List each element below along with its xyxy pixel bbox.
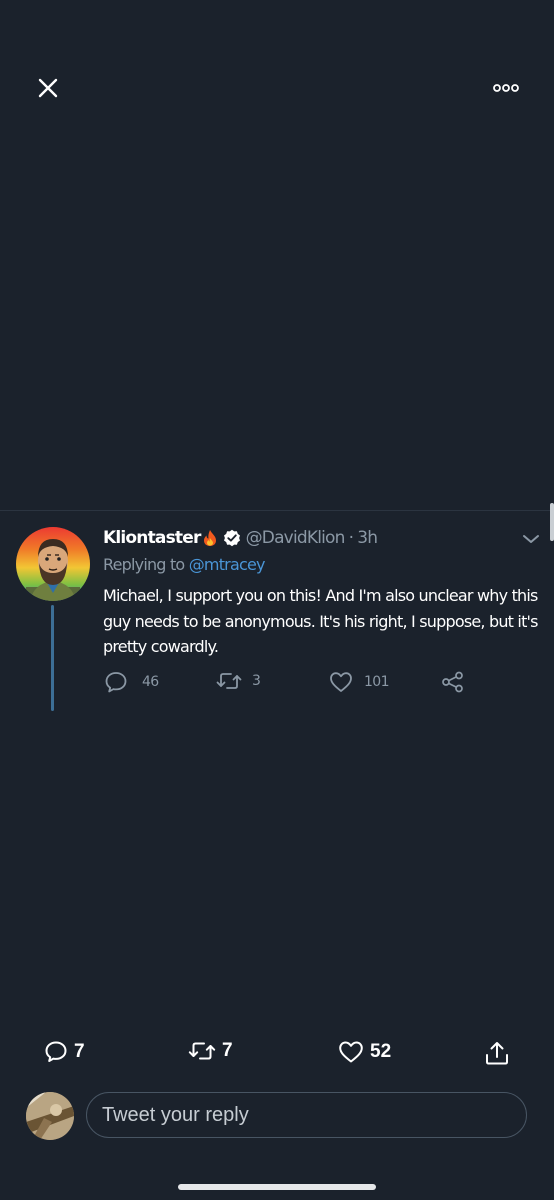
display-name[interactable]: Kliontaster (103, 528, 201, 548)
tweet-header: Kliontaster @DavidKlion · 3h (103, 527, 378, 549)
current-user-avatar[interactable] (26, 1092, 74, 1140)
retweet-icon (188, 1042, 216, 1060)
home-indicator[interactable] (178, 1184, 376, 1190)
footer-reply-button[interactable]: 7 (44, 1040, 85, 1064)
more-options-icon (493, 84, 519, 92)
reply-icon (105, 672, 127, 693)
fire-icon (203, 529, 217, 547)
reply-tweet[interactable]: Kliontaster @DavidKlion · 3h Replying to… (0, 511, 554, 731)
like-action[interactable]: 101 (329, 671, 390, 693)
close-button[interactable] (34, 74, 62, 102)
avatar[interactable] (16, 527, 90, 601)
retweet-action[interactable]: 3 (216, 671, 261, 691)
footer-like-button[interactable]: 52 (338, 1040, 391, 1064)
current-user-avatar-image (26, 1092, 74, 1140)
retweet-icon (216, 673, 242, 689)
close-icon (38, 78, 58, 98)
tweet-menu-button[interactable] (520, 529, 542, 549)
retweet-count: 3 (252, 673, 261, 689)
heart-icon (330, 672, 352, 692)
reply-count: 46 (142, 674, 159, 690)
upload-share-icon (486, 1042, 508, 1065)
tweet-text: Michael, I support you on this! And I'm … (103, 586, 539, 656)
timestamp: 3h (357, 528, 378, 548)
chevron-down-icon (523, 535, 539, 543)
share-action[interactable] (441, 671, 465, 693)
replying-to-handle[interactable]: @mtracey (189, 555, 266, 574)
tweet-actions: 46 3 101 (0, 671, 554, 697)
footer-like-count: 52 (370, 1041, 392, 1062)
avatar-illustration (26, 539, 80, 601)
separator-dot: · (348, 528, 354, 548)
reply-input-placeholder: Tweet your reply (102, 1103, 249, 1126)
replying-to-label: Replying to (103, 555, 185, 574)
bottom-bar: 7 7 52 Tweet your reply (0, 1030, 554, 1200)
reply-input[interactable]: Tweet your reply (86, 1092, 527, 1138)
user-handle[interactable]: @DavidKlion (246, 528, 346, 548)
heart-icon (339, 1041, 363, 1063)
verified-badge-icon (223, 529, 241, 547)
footer-upload-button[interactable] (484, 1040, 510, 1066)
footer-retweet-count: 7 (222, 1040, 233, 1061)
top-bar (0, 0, 554, 180)
like-count: 101 (364, 674, 390, 690)
footer-retweet-button[interactable]: 7 (188, 1040, 233, 1062)
reply-icon (45, 1041, 67, 1062)
replying-to: Replying to @mtracey (103, 555, 265, 574)
reply-action[interactable]: 46 (104, 671, 159, 693)
more-options-button[interactable] (490, 78, 522, 98)
share-icon (442, 671, 463, 693)
footer-reply-count: 7 (74, 1041, 85, 1062)
